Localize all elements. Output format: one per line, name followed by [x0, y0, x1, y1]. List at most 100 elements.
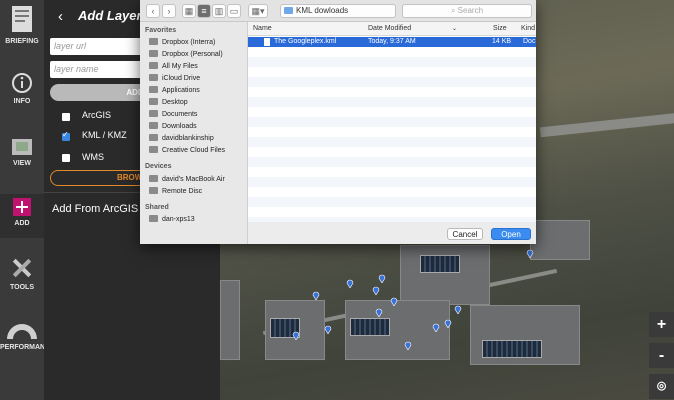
view-icon — [12, 139, 32, 155]
sidebar-item-label: davidblankinship — [162, 135, 214, 142]
info-icon — [12, 73, 32, 93]
map-pin-icon[interactable] — [375, 307, 383, 317]
map-pin-icon[interactable] — [432, 322, 440, 332]
folder-icon — [284, 7, 293, 14]
sidebar-item-label: dan-xps13 — [162, 216, 195, 223]
rail-tools[interactable]: TOOLS — [0, 256, 44, 296]
sidebar-item-applications[interactable]: Applications — [149, 86, 200, 94]
sidebar-item-home[interactable]: davidblankinship — [149, 134, 214, 142]
rail-view[interactable]: VIEW — [0, 138, 44, 178]
map-pin-icon[interactable] — [346, 278, 354, 288]
file-name: The Googleplex.kml — [274, 38, 337, 45]
sidebar-item-remote-disc[interactable]: Remote Disc — [149, 187, 202, 195]
wms-option-label: WMS — [82, 152, 104, 162]
map-pin-icon[interactable] — [292, 330, 300, 340]
all-files-icon — [149, 62, 158, 69]
icon-view-button[interactable]: ▦ — [182, 4, 196, 18]
sidebar-item-label: Remote Disc — [162, 188, 203, 195]
sidebar-item-dan-xps13[interactable]: dan-xps13 — [149, 215, 195, 223]
sidebar-item-label: iCloud Drive — [162, 75, 201, 82]
empty-row — [248, 137, 536, 147]
file-date: Today, 9:37 AM — [368, 38, 416, 45]
map-pin-icon[interactable] — [444, 318, 452, 328]
file-list: Name Date Modified ⌄ Size Kind The Googl… — [248, 22, 536, 222]
sidebar-item-label: Downloads — [162, 123, 197, 130]
file-open-dialog: ‹ › ▦ ≡ ▥ ▭ ▦▾ KML dowloads ⌕ Search Fav… — [140, 0, 536, 244]
back-arrow-icon[interactable]: ‹ — [58, 8, 63, 25]
wms-checkbox[interactable] — [62, 154, 70, 162]
map-pin-icon[interactable] — [454, 304, 462, 314]
open-button[interactable]: Open — [491, 228, 531, 240]
left-rail: BRIEFING INFO VIEW ADD TOOLS PERFORMANCE — [0, 0, 55, 400]
file-row[interactable]: The Googleplex.kml Today, 9:37 AM 14 KB … — [248, 37, 536, 47]
arcgis-option-label: ArcGIS — [82, 110, 112, 120]
rail-briefing[interactable]: BRIEFING — [0, 4, 44, 54]
rail-add[interactable]: ADD — [0, 194, 44, 238]
dialog-sidebar: Favorites Dropbox (Interra) Dropbox (Per… — [140, 22, 248, 244]
map-pin-icon[interactable] — [372, 285, 380, 295]
column-kind[interactable]: Kind — [521, 25, 535, 32]
map-pin-icon[interactable] — [324, 324, 332, 334]
list-view-button[interactable]: ≡ — [197, 4, 211, 18]
map-pin-icon[interactable] — [378, 273, 386, 283]
briefing-icon — [12, 6, 32, 32]
rail-label: TOOLS — [10, 284, 34, 291]
sidebar-item-macbook[interactable]: david's MacBook Air — [149, 175, 225, 183]
map-pin-icon[interactable] — [526, 248, 534, 258]
forward-nav-button[interactable]: › — [162, 4, 176, 18]
documents-icon — [149, 110, 158, 117]
sidebar-item-dropbox-personal[interactable]: Dropbox (Personal) — [149, 50, 223, 58]
map-pin-icon[interactable] — [312, 290, 320, 300]
sidebar-item-downloads[interactable]: Downloads — [149, 122, 197, 130]
map-solar-panel — [482, 340, 542, 358]
disc-icon — [149, 187, 158, 194]
column-date-modified[interactable]: Date Modified — [368, 25, 411, 32]
empty-row — [248, 77, 536, 87]
search-placeholder: Search — [457, 6, 484, 15]
add-from-arcgis-heading[interactable]: Add From ArcGIS O — [52, 203, 150, 215]
column-view-button[interactable]: ▥ — [212, 4, 226, 18]
add-icon — [13, 198, 31, 216]
cloud-icon — [149, 74, 158, 81]
cover-flow-button[interactable]: ▭ — [227, 4, 241, 18]
sidebar-item-documents[interactable]: Documents — [149, 110, 197, 118]
sort-chevron-icon: ⌄ — [452, 26, 458, 32]
column-size[interactable]: Size — [493, 25, 507, 32]
rail-performance[interactable]: PERFORMANCE — [0, 320, 55, 360]
empty-row — [248, 217, 536, 222]
sidebar-item-dropbox-interra[interactable]: Dropbox (Interra) — [149, 38, 215, 46]
arcgis-checkbox[interactable] — [62, 113, 70, 121]
kml-kmz-option-label: KML / KMZ — [82, 130, 127, 140]
back-nav-button[interactable]: ‹ — [146, 4, 160, 18]
empty-row — [248, 157, 536, 167]
empty-row — [248, 177, 536, 187]
rail-label: ADD — [14, 220, 30, 227]
sidebar-item-desktop[interactable]: Desktop — [149, 98, 188, 106]
map-building — [400, 245, 490, 305]
sidebar-item-label: Dropbox (Interra) — [162, 39, 216, 46]
empty-row — [248, 197, 536, 207]
zoom-out-button[interactable]: - — [649, 343, 674, 368]
cancel-button[interactable]: Cancel — [447, 228, 483, 240]
search-field[interactable]: ⌕ Search — [402, 4, 532, 18]
sidebar-item-label: Documents — [162, 111, 198, 118]
empty-row — [248, 97, 536, 107]
zoom-in-button[interactable]: + — [649, 312, 674, 337]
map-pin-icon[interactable] — [404, 340, 412, 350]
kml-kmz-checkbox[interactable] — [62, 130, 70, 141]
home-icon — [149, 134, 158, 141]
laptop-icon — [149, 175, 158, 182]
sidebar-item-icloud-drive[interactable]: iCloud Drive — [149, 74, 200, 82]
arrange-menu-button[interactable]: ▦▾ — [248, 4, 268, 18]
column-name[interactable]: Name — [253, 25, 272, 32]
search-icon: ⌕ — [450, 6, 458, 15]
rail-label: INFO — [13, 98, 31, 105]
dropbox-icon — [149, 38, 158, 45]
sidebar-item-all-my-files[interactable]: All My Files — [149, 62, 198, 70]
map-building — [530, 220, 590, 260]
location-popup[interactable]: KML dowloads — [280, 4, 396, 18]
sidebar-item-creative-cloud[interactable]: Creative Cloud Files — [149, 146, 225, 154]
locate-button[interactable]: ◎ — [649, 374, 674, 399]
map-pin-icon[interactable] — [390, 296, 398, 306]
rail-info[interactable]: INFO — [0, 72, 44, 112]
